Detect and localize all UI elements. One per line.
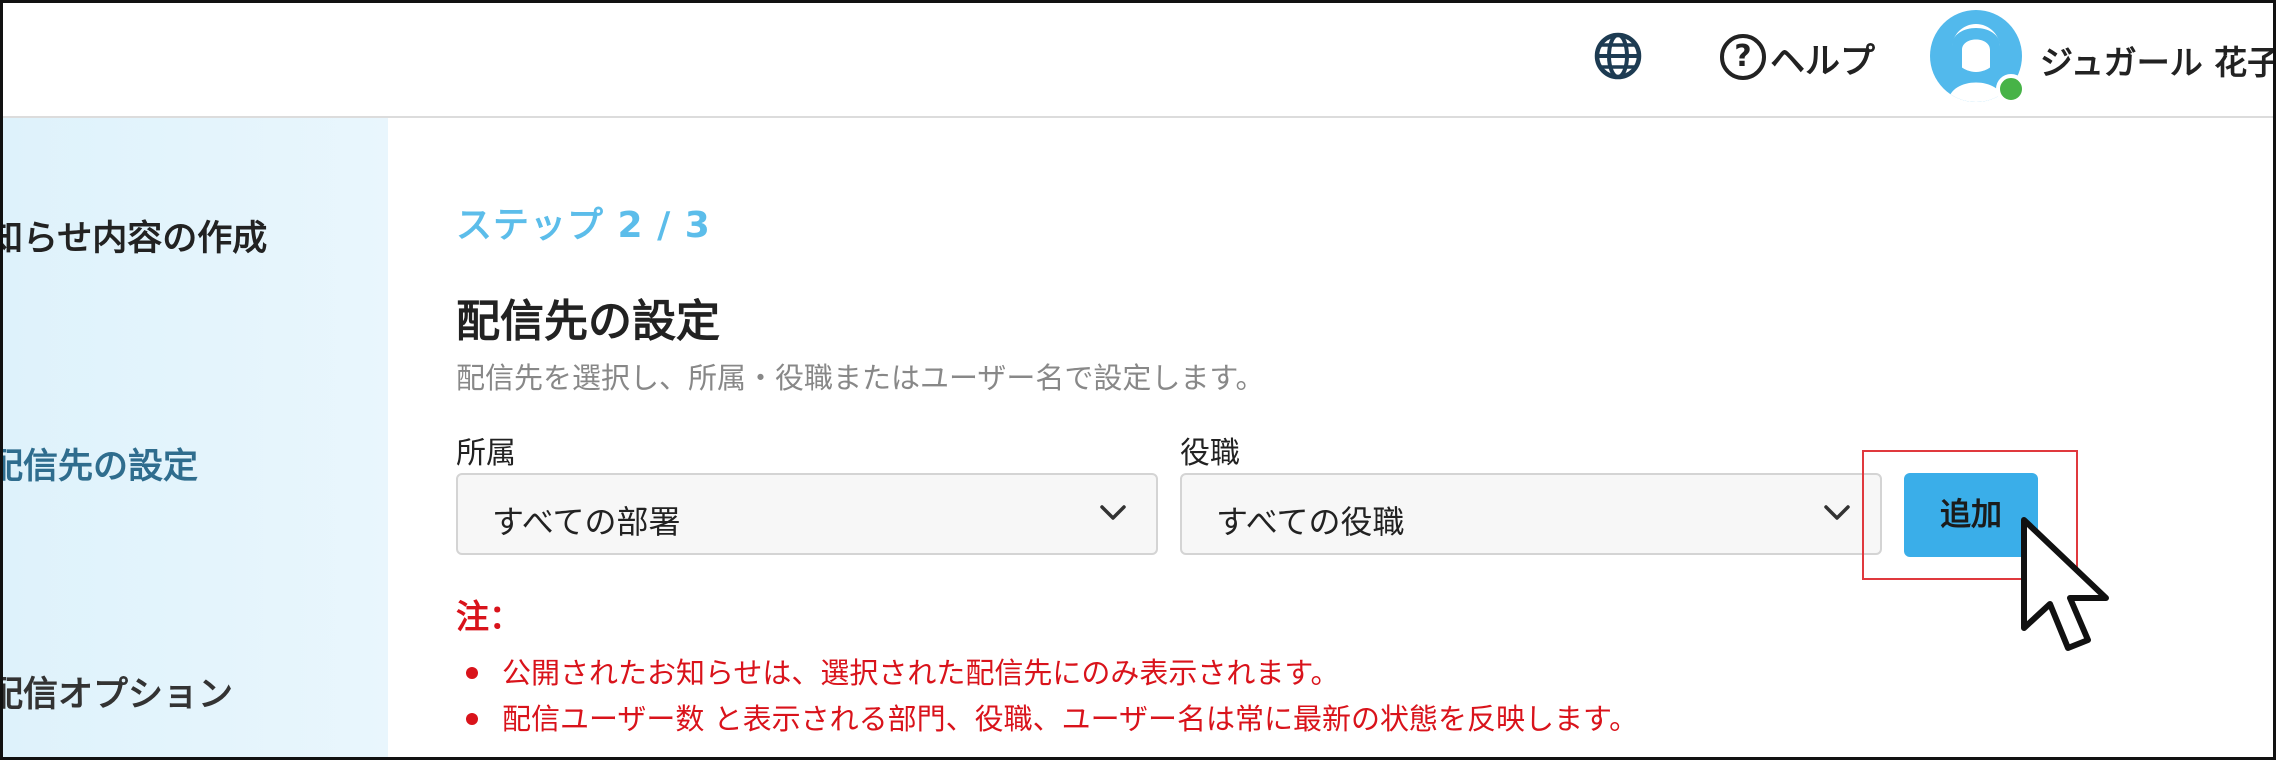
sidebar-item-options[interactable]: 配信オプション [0, 666, 233, 717]
bullet-icon [466, 713, 478, 725]
globe-icon[interactable] [1592, 30, 1644, 82]
note-list: 公開されたお知らせは、選択された配信先にのみ表示されます。 配信ユーザー数 と表… [456, 650, 1638, 742]
user-name[interactable]: ジュガール 花子 [2040, 36, 2276, 84]
step-indicator: ステップ 2 / 3 [456, 205, 711, 246]
mouse-cursor-icon [2021, 517, 2109, 651]
step-sidebar: 知らせ内容の作成 配信先の設定 配信オプション [0, 118, 388, 760]
list-item: 公開されたお知らせは、選択された配信先にのみ表示されます。 [456, 650, 1638, 696]
position-select-value: すべての役職 [1216, 503, 1405, 541]
bullet-icon [466, 667, 478, 679]
online-status-dot [1996, 74, 2026, 104]
position-select[interactable]: すべての役職 [1180, 473, 1882, 555]
chevron-down-icon [1100, 505, 1126, 520]
chevron-down-icon [1824, 505, 1850, 520]
help-icon[interactable]: ? [1720, 34, 1766, 80]
note-text: 公開されたお知らせは、選択された配信先にのみ表示されます。 [502, 656, 1340, 690]
sidebar-item-compose[interactable]: 知らせ内容の作成 [0, 210, 267, 261]
top-header: ? ヘルプ ジュガール 花子 [0, 0, 2276, 118]
note-text: 配信ユーザー数 と表示される部門、役職、ユーザー名は常に最新の状態を反映します。 [502, 702, 1639, 736]
page-title: 配信先の設定 [456, 296, 720, 347]
position-label: 役職 [1180, 436, 1240, 471]
affiliation-select-value: すべての部署 [492, 503, 681, 541]
list-item: 配信ユーザー数 と表示される部門、役職、ユーザー名は常に最新の状態を反映します。 [456, 696, 1638, 742]
affiliation-label: 所属 [456, 436, 516, 471]
page-description: 配信先を選択し、所属・役職またはユーザー名で設定します。 [456, 361, 1265, 395]
help-link[interactable]: ヘルプ [1770, 33, 1875, 84]
note-title: 注： [456, 597, 522, 636]
affiliation-select[interactable]: すべての部署 [456, 473, 1158, 555]
sidebar-item-recipients[interactable]: 配信先の設定 [0, 438, 198, 489]
